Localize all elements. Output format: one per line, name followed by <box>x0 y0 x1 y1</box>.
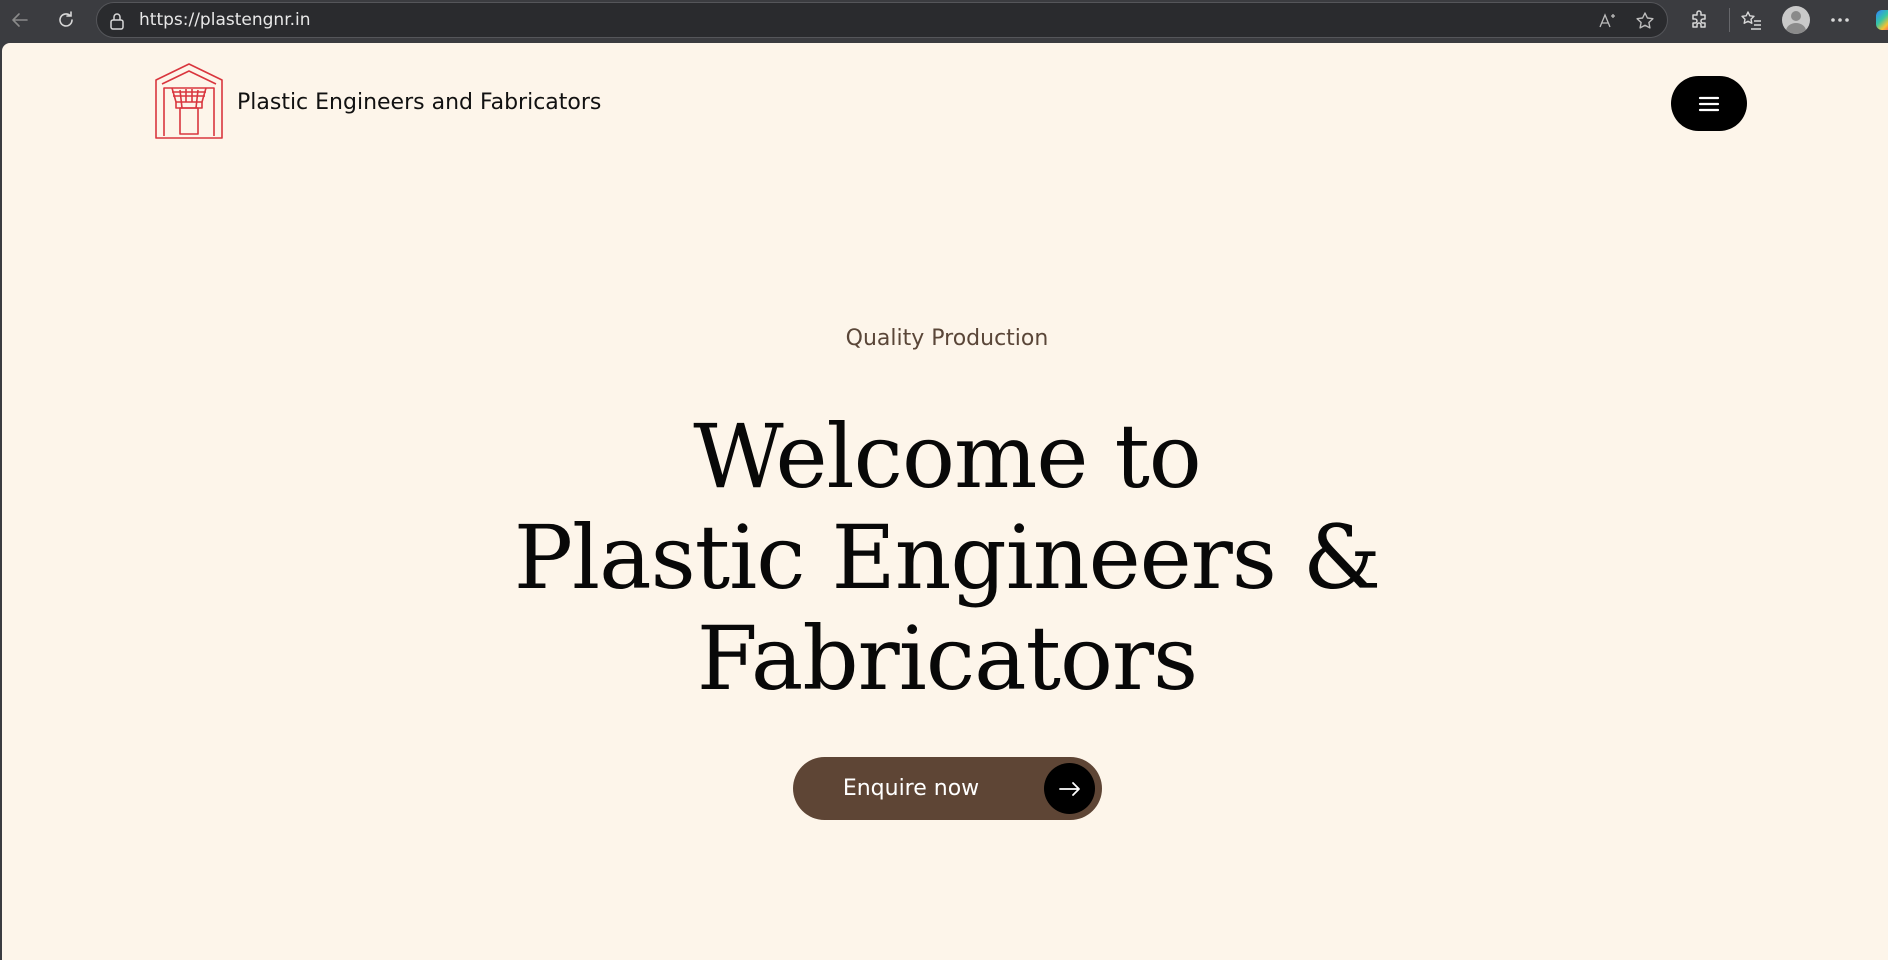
site-name[interactable]: Plastic Engineers and Fabricators <box>237 90 601 115</box>
hero-title-line: Plastic Engineers & <box>513 506 1382 609</box>
browser-toolbar: https://plastengnr.in <box>0 0 1888 40</box>
url-text[interactable]: https://plastengnr.in <box>139 10 311 30</box>
refresh-icon[interactable] <box>50 4 82 36</box>
page-viewport: Plastic Engineers and Fabricators Qualit… <box>2 43 1888 960</box>
address-bar[interactable]: https://plastengnr.in <box>96 2 1668 38</box>
enquire-now-label: Enquire now <box>842 776 980 801</box>
menu-button[interactable] <box>1671 76 1747 131</box>
favorite-star-icon[interactable] <box>1633 9 1657 33</box>
site-header: Plastic Engineers and Fabricators <box>2 43 1888 163</box>
logo[interactable] <box>152 62 226 140</box>
arrow-right-icon <box>1044 763 1095 814</box>
toolbar-divider <box>1729 8 1730 32</box>
favorites-list-icon[interactable] <box>1736 4 1768 36</box>
extensions-icon[interactable] <box>1684 4 1716 36</box>
copilot-icon[interactable] <box>1876 10 1888 30</box>
hamburger-icon <box>1698 96 1720 111</box>
hero-title-line: Fabricators <box>696 607 1198 710</box>
hero-title: Welcome to Plastic Engineers & Fabricato… <box>2 406 1888 709</box>
profile-icon[interactable] <box>1780 4 1812 36</box>
lock-icon[interactable] <box>107 11 127 31</box>
back-icon[interactable] <box>4 4 36 36</box>
more-icon[interactable] <box>1824 4 1856 36</box>
read-aloud-icon[interactable] <box>1595 9 1619 33</box>
hero-title-line: Welcome to <box>693 405 1202 508</box>
enquire-now-button[interactable]: Enquire now <box>793 757 1102 820</box>
hero-eyebrow: Quality Production <box>845 326 1049 351</box>
